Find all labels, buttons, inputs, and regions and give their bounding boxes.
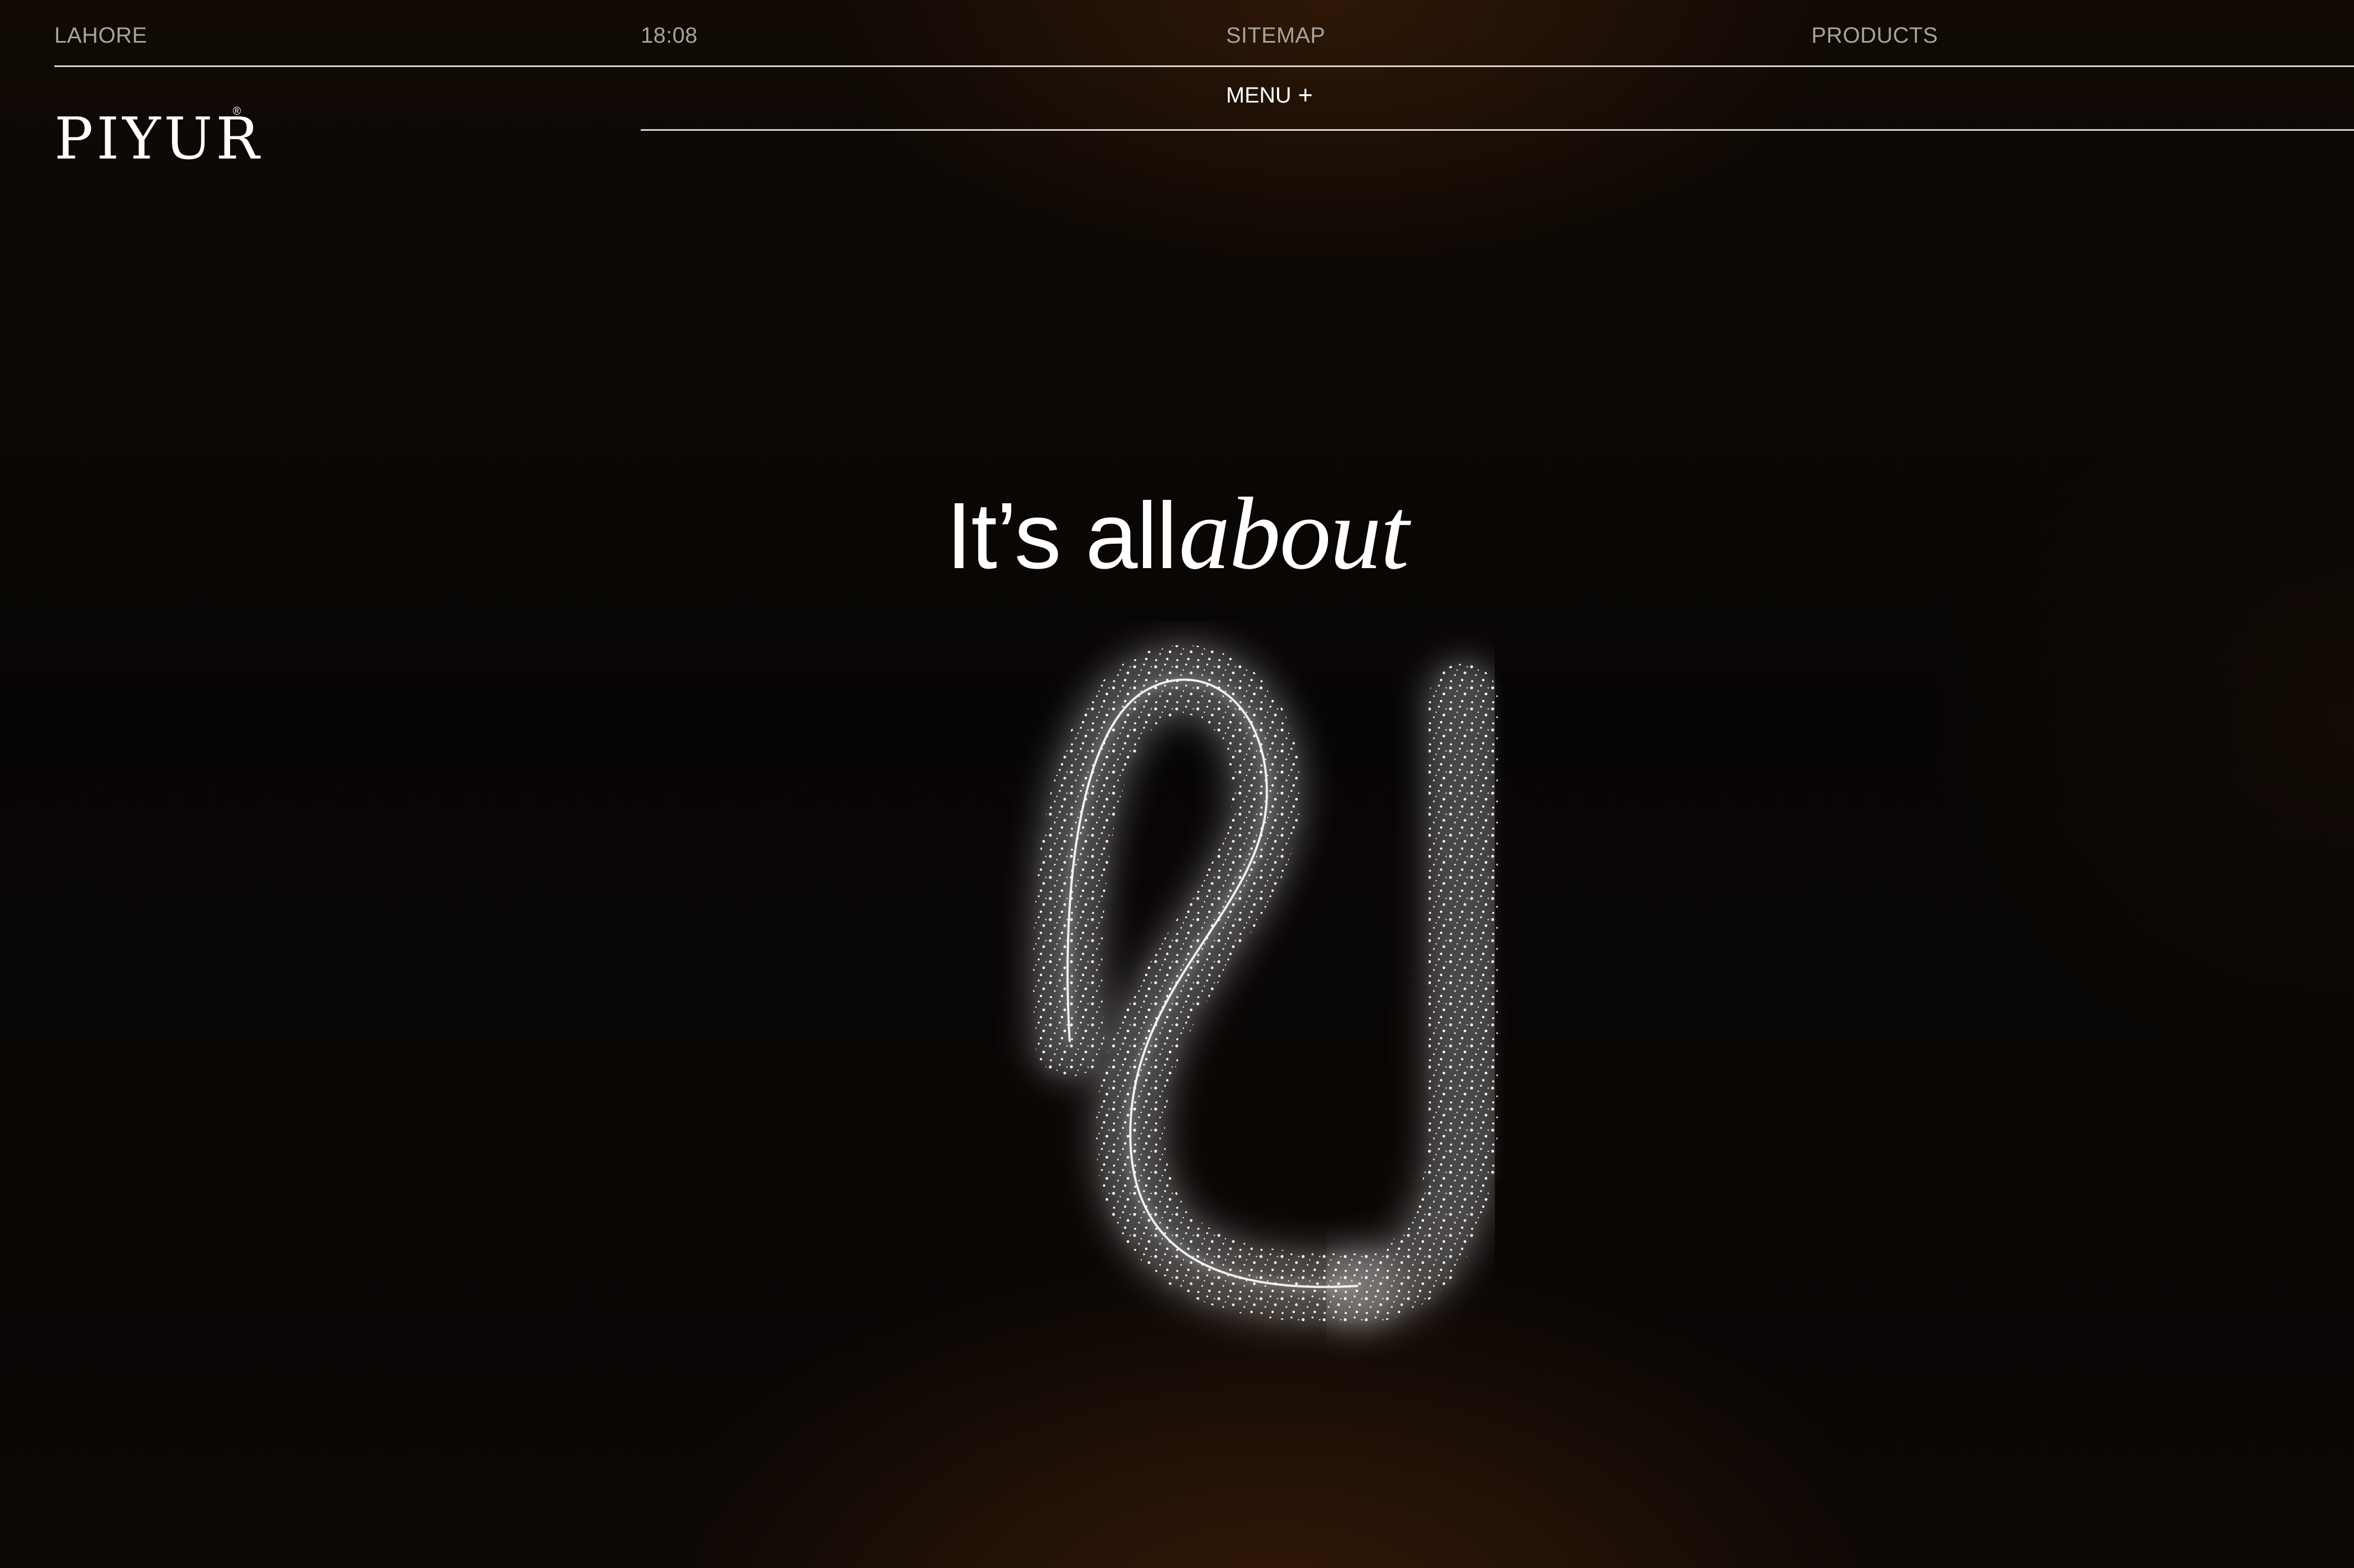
hero-heading: It’s all about [0, 482, 2354, 585]
menu-button[interactable]: MENU + [1226, 80, 1313, 109]
hero-heading-regular: It’s all [946, 483, 1177, 589]
topbar-divider [54, 65, 2354, 67]
brand-logo[interactable]: PIYUR [54, 108, 259, 169]
menu-label: MENU [1226, 83, 1291, 108]
registered-mark: ® [233, 105, 241, 118]
sparkle-u-body [1033, 645, 1498, 1324]
sparkle-u-icon [1026, 638, 1505, 1330]
location-label: LAHORE [54, 23, 147, 48]
menu-divider [641, 129, 2354, 131]
hero-heading-italic: about [1178, 477, 1410, 591]
products-link[interactable]: PRODUCTS [1811, 23, 1938, 48]
logo-wordmark: PIYUR [54, 105, 263, 172]
local-time: 18:08 [641, 23, 698, 48]
plus-icon: + [1298, 80, 1313, 109]
sitemap-link[interactable]: SITEMAP [1226, 23, 1325, 48]
